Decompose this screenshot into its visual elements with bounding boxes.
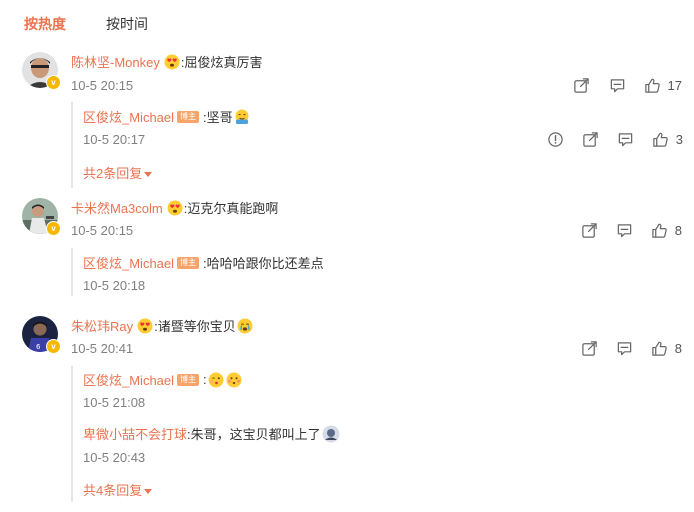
like-icon[interactable] [644,76,662,94]
emoji-icon [167,200,183,216]
avatar[interactable]: 6 v [22,316,61,354]
emoji-icon [322,425,340,442]
reply-username[interactable]: 区俊炫_Michael [83,107,174,126]
like-count: 17 [667,77,682,93]
comment-actions: 8 [581,221,682,239]
reply-username[interactable]: 区俊炫_Michael [83,253,174,272]
chevron-down-icon [144,489,153,495]
like-count: 8 [674,340,682,356]
share-icon[interactable] [573,76,591,94]
chevron-down-icon [144,172,153,178]
vip-badge-icon: v [46,339,61,354]
reply-text: : [203,372,207,387]
reply-actions: 3 [547,130,683,148]
share-icon[interactable] [582,130,600,148]
reply-username[interactable]: 卑微小喆不会打球 [83,424,187,443]
reply-timestamp: 10-5 21:08 [83,395,146,410]
comment-timestamp: 10-5 20:15 [71,78,134,93]
emoji-icon [164,54,180,70]
reply-body: 区俊炫_Michael 博主 :哈哈哈跟你比还差点 [83,253,324,272]
reply-timestamp: 10-5 20:18 [83,278,146,293]
reply-list: 区俊炫_Michael 博主 :哈哈哈跟你比还差点 10-5 20:18 [71,248,683,296]
reply-body: 卑微小喆不会打球 :朱哥，这宝贝都叫上了 [83,424,341,443]
share-icon[interactable] [581,221,599,239]
like-icon[interactable] [651,339,669,357]
sort-tabs: 按热度 按时间 [24,14,148,34]
comment-text: :迈克尔真能跑啊 [183,201,279,216]
like-count: 8 [674,222,682,238]
emoji-icon [237,318,253,334]
reply-text: :坚哥 [203,110,233,125]
view-more-label: 共4条回复 [83,483,143,498]
report-icon[interactable] [547,130,565,148]
reply-text: :朱哥，这宝贝都叫上了 [187,427,321,442]
comment-icon[interactable] [609,76,627,94]
comment-username[interactable]: 卡米然Ma3colm [71,198,163,217]
svg-text:6: 6 [36,343,41,351]
tab-sort-by-hot[interactable]: 按热度 [24,14,66,34]
vip-badge-icon: v [46,75,61,90]
view-more-replies[interactable]: 共4条回复 [83,480,153,499]
comment-actions: 17 [573,76,682,94]
like-icon[interactable] [652,130,670,148]
comment-icon[interactable] [616,221,634,239]
like-icon[interactable] [651,221,669,239]
comment-body: 朱松玮Ray :诸暨等你宝贝 [71,316,254,335]
reply-body: 区俊炫_Michael 博主 :坚哥 [83,107,251,126]
comment-text: :屈俊炫真厉害 [180,55,263,70]
reply-list: 区俊炫_Michael 博主 : 10-5 21:08 卑微小喆不会打球 :朱哥… [71,366,683,502]
comment-username[interactable]: 朱松玮Ray [71,316,133,335]
emoji-icon [208,372,224,388]
comment-timestamp: 10-5 20:41 [71,341,134,356]
emoji-icon [234,109,250,125]
comment-icon[interactable] [616,339,634,357]
emoji-icon [226,372,242,388]
tab-sort-by-time[interactable]: 按时间 [106,14,148,34]
comment-body: 卡米然Ma3colm :迈克尔真能跑啊 [71,198,278,217]
reply-username[interactable]: 区俊炫_Michael [83,370,174,389]
reply-timestamp: 10-5 20:43 [83,450,146,465]
author-badge: 博主 [177,373,200,386]
reply-text: :哈哈哈跟你比还差点 [203,256,324,271]
vip-badge-icon: v [46,221,61,236]
author-badge: 博主 [177,256,200,269]
like-count: 3 [675,131,683,147]
avatar[interactable]: v [22,52,61,90]
view-more-replies[interactable]: 共2条回复 [83,163,153,182]
reply-body: 区俊炫_Michael 博主 : [83,370,243,389]
reply-timestamp: 10-5 20:17 [83,132,146,147]
emoji-icon [137,318,153,334]
comment-timestamp: 10-5 20:15 [71,223,134,238]
avatar[interactable]: v [22,198,61,236]
comment-actions: 8 [581,339,682,357]
comment-text: :诸暨等你宝贝 [154,319,236,334]
share-icon[interactable] [581,339,599,357]
comment-username[interactable]: 陈林坚-Monkey [71,52,160,71]
reply-list: 区俊炫_Michael 博主 :坚哥 10-5 20:17 3 共2条回复 [71,102,683,188]
author-badge: 博主 [177,110,200,123]
view-more-label: 共2条回复 [83,166,143,181]
comment-body: 陈林坚-Monkey :屈俊炫真厉害 [71,52,262,71]
comment-icon[interactable] [617,130,635,148]
